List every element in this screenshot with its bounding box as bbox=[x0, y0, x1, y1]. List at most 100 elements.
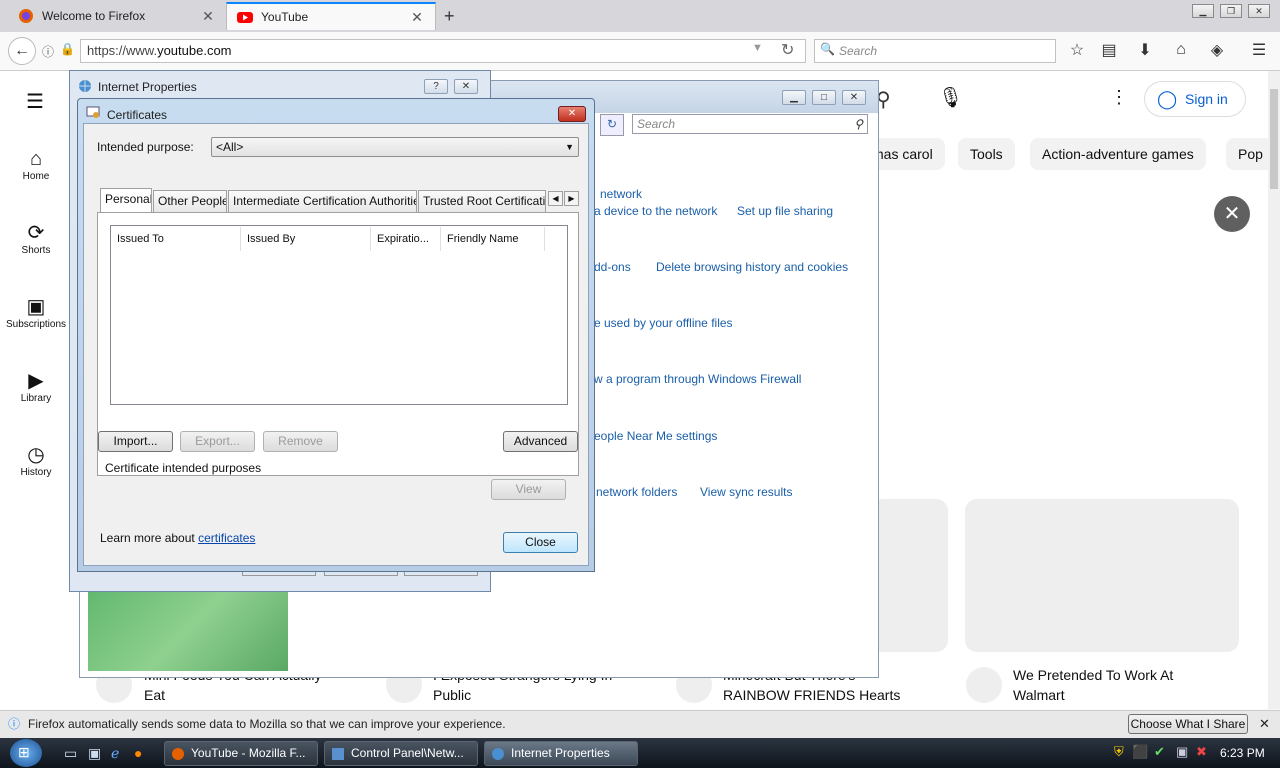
close-button[interactable]: Close bbox=[503, 532, 578, 553]
tab-scroll-left-icon[interactable]: ◀ bbox=[548, 191, 563, 206]
close-window-button[interactable]: ✕ bbox=[1248, 4, 1270, 18]
taskbar-item-internet-properties[interactable]: Internet Properties bbox=[484, 741, 638, 766]
info-icon[interactable]: ⓘ bbox=[42, 43, 54, 60]
dismiss-icon[interactable]: ✕ bbox=[1214, 196, 1250, 232]
tab-other-people[interactable]: Other People bbox=[153, 190, 227, 212]
search-icon[interactable]: ⚲ bbox=[854, 115, 863, 133]
show-desktop-icon[interactable]: ▭ bbox=[64, 745, 77, 762]
url-bar[interactable]: https://www.youtube.com bbox=[80, 39, 806, 63]
home-icon: ⌂ bbox=[29, 148, 43, 170]
search-engine-icon[interactable]: 🔍 bbox=[820, 42, 835, 56]
volume-muted-icon[interactable]: ✖ bbox=[1196, 744, 1207, 760]
tab-intermediate-ca[interactable]: Intermediate Certification Authorities bbox=[228, 190, 417, 212]
sidebar-item-library[interactable]: ▶ Library bbox=[0, 369, 72, 404]
link-people-near-me[interactable]: eople Near Me settings bbox=[594, 429, 717, 443]
new-tab-icon[interactable]: + bbox=[444, 6, 455, 27]
page-scrollbar[interactable] bbox=[1268, 71, 1280, 709]
link-view-sync-results[interactable]: View sync results bbox=[700, 485, 792, 499]
choose-what-i-share-button[interactable]: Choose What I Share bbox=[1128, 714, 1248, 734]
restore-button[interactable]: ❐ bbox=[1220, 4, 1242, 18]
tab-trusted-root[interactable]: Trusted Root Certification bbox=[418, 190, 546, 212]
tab-personal[interactable]: Personal bbox=[100, 188, 152, 212]
bookmark-star-icon[interactable]: ☆ bbox=[1064, 37, 1090, 63]
guide-menu-icon[interactable]: ☰ bbox=[26, 89, 44, 114]
chip-action-adventure-games[interactable]: Action-adventure games bbox=[1030, 138, 1206, 170]
video-title[interactable]: We Pretended To Work At Walmart bbox=[1013, 665, 1173, 705]
start-button[interactable]: ⊞ bbox=[10, 739, 42, 767]
microphone-icon[interactable]: 🎙 bbox=[938, 85, 963, 110]
close-button[interactable]: ✕ bbox=[842, 90, 866, 105]
taskbar-item-label: Control Panel\Netw... bbox=[351, 746, 464, 760]
link-setup-file-sharing[interactable]: Set up file sharing bbox=[737, 204, 833, 218]
more-options-icon[interactable]: ⋮ bbox=[1110, 87, 1128, 108]
refresh-icon[interactable]: ↻ bbox=[600, 114, 624, 136]
back-icon[interactable]: ← bbox=[8, 37, 36, 65]
safely-remove-icon[interactable]: ⬛ bbox=[1132, 744, 1148, 760]
sign-in-button[interactable]: ◯ Sign in bbox=[1144, 81, 1246, 117]
intended-purpose-select[interactable]: <All> ▼ bbox=[211, 137, 579, 157]
firefox-icon bbox=[18, 8, 34, 24]
security-shield-icon[interactable]: ⛨ bbox=[1114, 744, 1124, 760]
close-tab-icon[interactable]: ✕ bbox=[200, 8, 216, 25]
downloads-icon[interactable]: ⬇ bbox=[1132, 37, 1158, 63]
link-windows-firewall[interactable]: w a program through Windows Firewall bbox=[594, 372, 801, 386]
clock[interactable]: 6:23 PM bbox=[1220, 746, 1265, 760]
column-issued-to[interactable]: Issued To bbox=[111, 227, 241, 251]
sidebar-item-history[interactable]: ◷ History bbox=[0, 443, 72, 478]
lock-icon[interactable]: 🔒 bbox=[60, 42, 75, 56]
library-icon: ▶ bbox=[28, 370, 44, 392]
video-thumbnail[interactable] bbox=[965, 499, 1239, 652]
youtube-icon bbox=[237, 9, 253, 25]
pocket-icon[interactable]: ◈ bbox=[1204, 37, 1230, 63]
tab-title: Welcome to Firefox bbox=[42, 9, 146, 23]
taskbar-item-control-panel[interactable]: Control Panel\Netw... bbox=[324, 741, 478, 766]
sidebar-item-subscriptions[interactable]: ▣ Subscriptions bbox=[0, 295, 72, 330]
column-expiration[interactable]: Expiratio... bbox=[371, 227, 441, 251]
help-button[interactable]: ? bbox=[424, 79, 448, 94]
link-delete-browsing-history[interactable]: Delete browsing history and cookies bbox=[656, 260, 848, 274]
column-issued-by[interactable]: Issued By bbox=[241, 227, 371, 251]
tab-scroll-right-icon[interactable]: ▶ bbox=[564, 191, 579, 206]
certificate-icon bbox=[86, 105, 100, 119]
certificate-list[interactable]: Issued To Issued By Expiratio... Friendl… bbox=[110, 225, 568, 405]
tab-welcome-to-firefox[interactable]: Welcome to Firefox ✕ bbox=[8, 2, 226, 30]
network-icon[interactable]: ▣ bbox=[1176, 744, 1188, 760]
switch-windows-icon[interactable]: ▣ bbox=[88, 745, 101, 762]
close-tab-icon[interactable]: ✕ bbox=[409, 9, 425, 26]
video-thumbnail[interactable] bbox=[870, 499, 948, 652]
link-network[interactable]: network bbox=[600, 187, 642, 201]
control-panel-search-input[interactable]: Search ⚲ bbox=[632, 114, 868, 134]
taskbar-item-firefox[interactable]: YouTube - Mozilla F... bbox=[164, 741, 318, 766]
scrollbar-thumb[interactable] bbox=[1270, 89, 1278, 189]
view-button[interactable]: View bbox=[491, 479, 566, 500]
home-button-icon[interactable]: ⌂ bbox=[1168, 37, 1194, 63]
link-offline-files[interactable]: e used by your offline files bbox=[594, 316, 733, 330]
reload-icon[interactable]: ↻ bbox=[781, 40, 794, 60]
dropdown-arrow-icon[interactable]: ▼ bbox=[752, 42, 763, 54]
column-friendly-name[interactable]: Friendly Name bbox=[441, 227, 545, 251]
chip-tools[interactable]: Tools bbox=[958, 138, 1015, 170]
minimize-button[interactable]: ▁ bbox=[782, 90, 806, 105]
firefox-quicklaunch-icon[interactable]: ● bbox=[134, 745, 142, 761]
close-icon[interactable]: ✕ bbox=[558, 106, 586, 122]
minimize-button[interactable]: ▁ bbox=[1192, 4, 1214, 18]
reading-list-icon[interactable]: ▤ bbox=[1096, 37, 1122, 63]
update-check-icon[interactable]: ✔ bbox=[1154, 744, 1165, 760]
sidebar-item-shorts[interactable]: ⟳ Shorts bbox=[0, 221, 72, 256]
hamburger-menu-icon[interactable]: ☰ bbox=[1246, 37, 1272, 63]
close-notification-icon[interactable]: ✕ bbox=[1259, 711, 1270, 737]
tab-youtube[interactable]: YouTube ✕ bbox=[226, 2, 436, 30]
certificates-link[interactable]: certificates bbox=[198, 531, 255, 545]
sidebar-item-home[interactable]: ⌂ Home bbox=[0, 147, 72, 182]
link-add-device[interactable]: a device to the network bbox=[594, 204, 717, 218]
url-host: youtube.com bbox=[157, 43, 232, 58]
search-input[interactable]: Search bbox=[814, 39, 1056, 63]
link-addons[interactable]: dd-ons bbox=[594, 260, 631, 274]
purposes-label: Certificate intended purposes bbox=[105, 461, 262, 475]
chip-pop[interactable]: Pop bbox=[1226, 138, 1268, 170]
maximize-button[interactable]: □ bbox=[812, 90, 836, 105]
close-button[interactable]: ✕ bbox=[454, 79, 478, 94]
channel-avatar[interactable] bbox=[966, 667, 1002, 703]
link-network-folders[interactable]: network folders bbox=[596, 485, 677, 499]
internet-explorer-icon[interactable]: ℯ bbox=[111, 745, 119, 762]
